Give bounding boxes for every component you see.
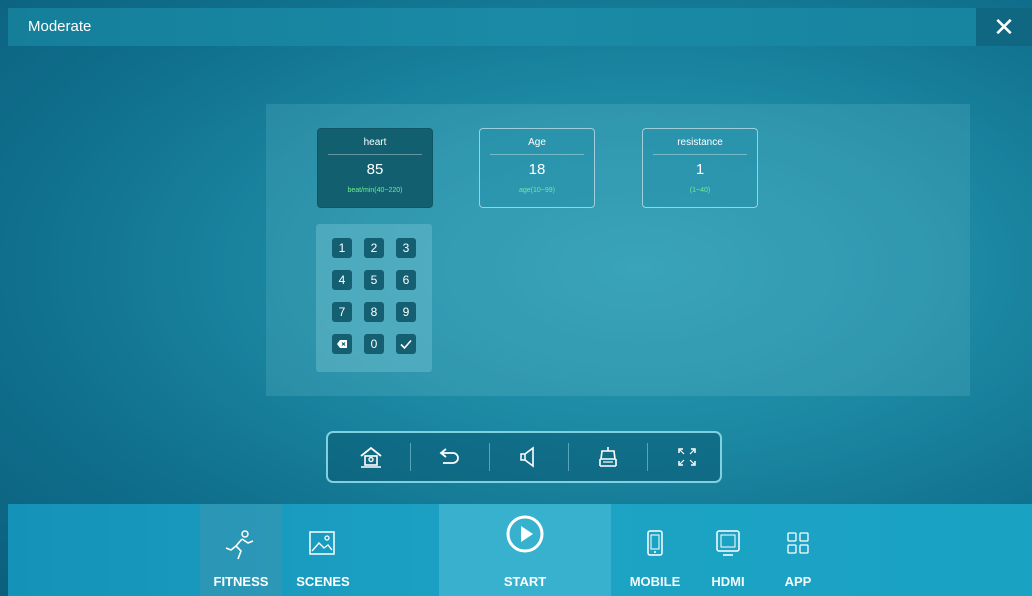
- key-8[interactable]: 8: [364, 302, 384, 322]
- fullscreen-icon: [678, 448, 696, 466]
- treadmill-button[interactable]: [569, 433, 647, 481]
- volume-button[interactable]: [490, 433, 568, 481]
- back-button[interactable]: [411, 433, 489, 481]
- heart-divider: [328, 154, 422, 155]
- resistance-label: resistance: [677, 137, 723, 148]
- settings-panel: heart 85 beat/min(40~220) Age 18 age(10~…: [266, 104, 970, 396]
- heart-range: beat/min(40~220): [347, 187, 403, 194]
- resistance-param-box[interactable]: resistance 1 (1~40): [642, 128, 758, 208]
- image-icon: [309, 531, 335, 555]
- age-range: age(10~99): [518, 187, 555, 194]
- close-icon: ✕: [993, 12, 1015, 42]
- nav-mobile-label: MOBILE: [629, 574, 681, 589]
- play-icon: [506, 515, 544, 553]
- nav-mobile[interactable]: MOBILE: [620, 504, 690, 596]
- heart-value: 85: [366, 161, 384, 178]
- age-value: 18: [528, 161, 546, 178]
- home-icon: [360, 446, 382, 468]
- nav-scenes-label: SCENES: [296, 574, 350, 589]
- treadmill-icon: [599, 447, 617, 467]
- nav-scenes[interactable]: SCENES: [282, 504, 364, 596]
- heart-param-box[interactable]: heart 85 beat/min(40~220): [317, 128, 433, 208]
- key-5[interactable]: 5: [364, 270, 384, 290]
- nav-fitness[interactable]: FITNESS: [200, 504, 282, 596]
- phone-icon: [647, 530, 663, 556]
- confirm-key[interactable]: [396, 334, 416, 354]
- window-title: Moderate: [28, 18, 92, 35]
- fullscreen-button[interactable]: [648, 433, 726, 481]
- numeric-keypad: 1 2 3 4 5 6 7 8 9 0: [316, 224, 432, 372]
- nav-start-label: START: [503, 574, 547, 589]
- backspace-icon: [337, 340, 347, 348]
- nav-fitness-label: FITNESS: [213, 574, 269, 589]
- nav-app-label: APP: [784, 574, 812, 589]
- running-person-icon: [225, 530, 254, 560]
- age-param-box[interactable]: Age 18 age(10~99): [479, 128, 595, 208]
- key-9[interactable]: 9: [396, 302, 416, 322]
- heart-label: heart: [363, 137, 387, 148]
- key-4[interactable]: 4: [332, 270, 352, 290]
- resistance-value: 1: [695, 161, 705, 178]
- volume-icon: [520, 446, 534, 468]
- age-label: Age: [528, 137, 546, 148]
- monitor-icon: [716, 530, 740, 556]
- nav-app[interactable]: APP: [770, 504, 826, 596]
- key-7[interactable]: 7: [332, 302, 352, 322]
- key-3[interactable]: 3: [396, 238, 416, 258]
- resistance-divider: [653, 154, 747, 155]
- backspace-key[interactable]: [332, 334, 352, 354]
- home-button[interactable]: [332, 433, 410, 481]
- key-0[interactable]: 0: [364, 334, 384, 354]
- title-bar: Moderate ✕: [8, 8, 1032, 46]
- checkmark-icon: [400, 339, 412, 350]
- resistance-range: (1~40): [689, 187, 711, 194]
- nav-hdmi-label: HDMI: [711, 574, 745, 589]
- close-button[interactable]: ✕: [976, 8, 1032, 46]
- app-grid-icon: [787, 532, 809, 554]
- nav-start[interactable]: START: [439, 504, 611, 596]
- control-toolbar: [326, 431, 722, 483]
- key-1[interactable]: 1: [332, 238, 352, 258]
- age-divider: [490, 154, 584, 155]
- back-icon: [439, 448, 459, 464]
- nav-hdmi[interactable]: HDMI: [700, 504, 756, 596]
- app-frame: Moderate ✕ heart 85 beat/min(40~220) Age…: [8, 8, 1032, 596]
- key-2[interactable]: 2: [364, 238, 384, 258]
- bottom-nav: FITNESS SCENES START MOBILE HDMI APP: [8, 504, 1032, 596]
- key-6[interactable]: 6: [396, 270, 416, 290]
